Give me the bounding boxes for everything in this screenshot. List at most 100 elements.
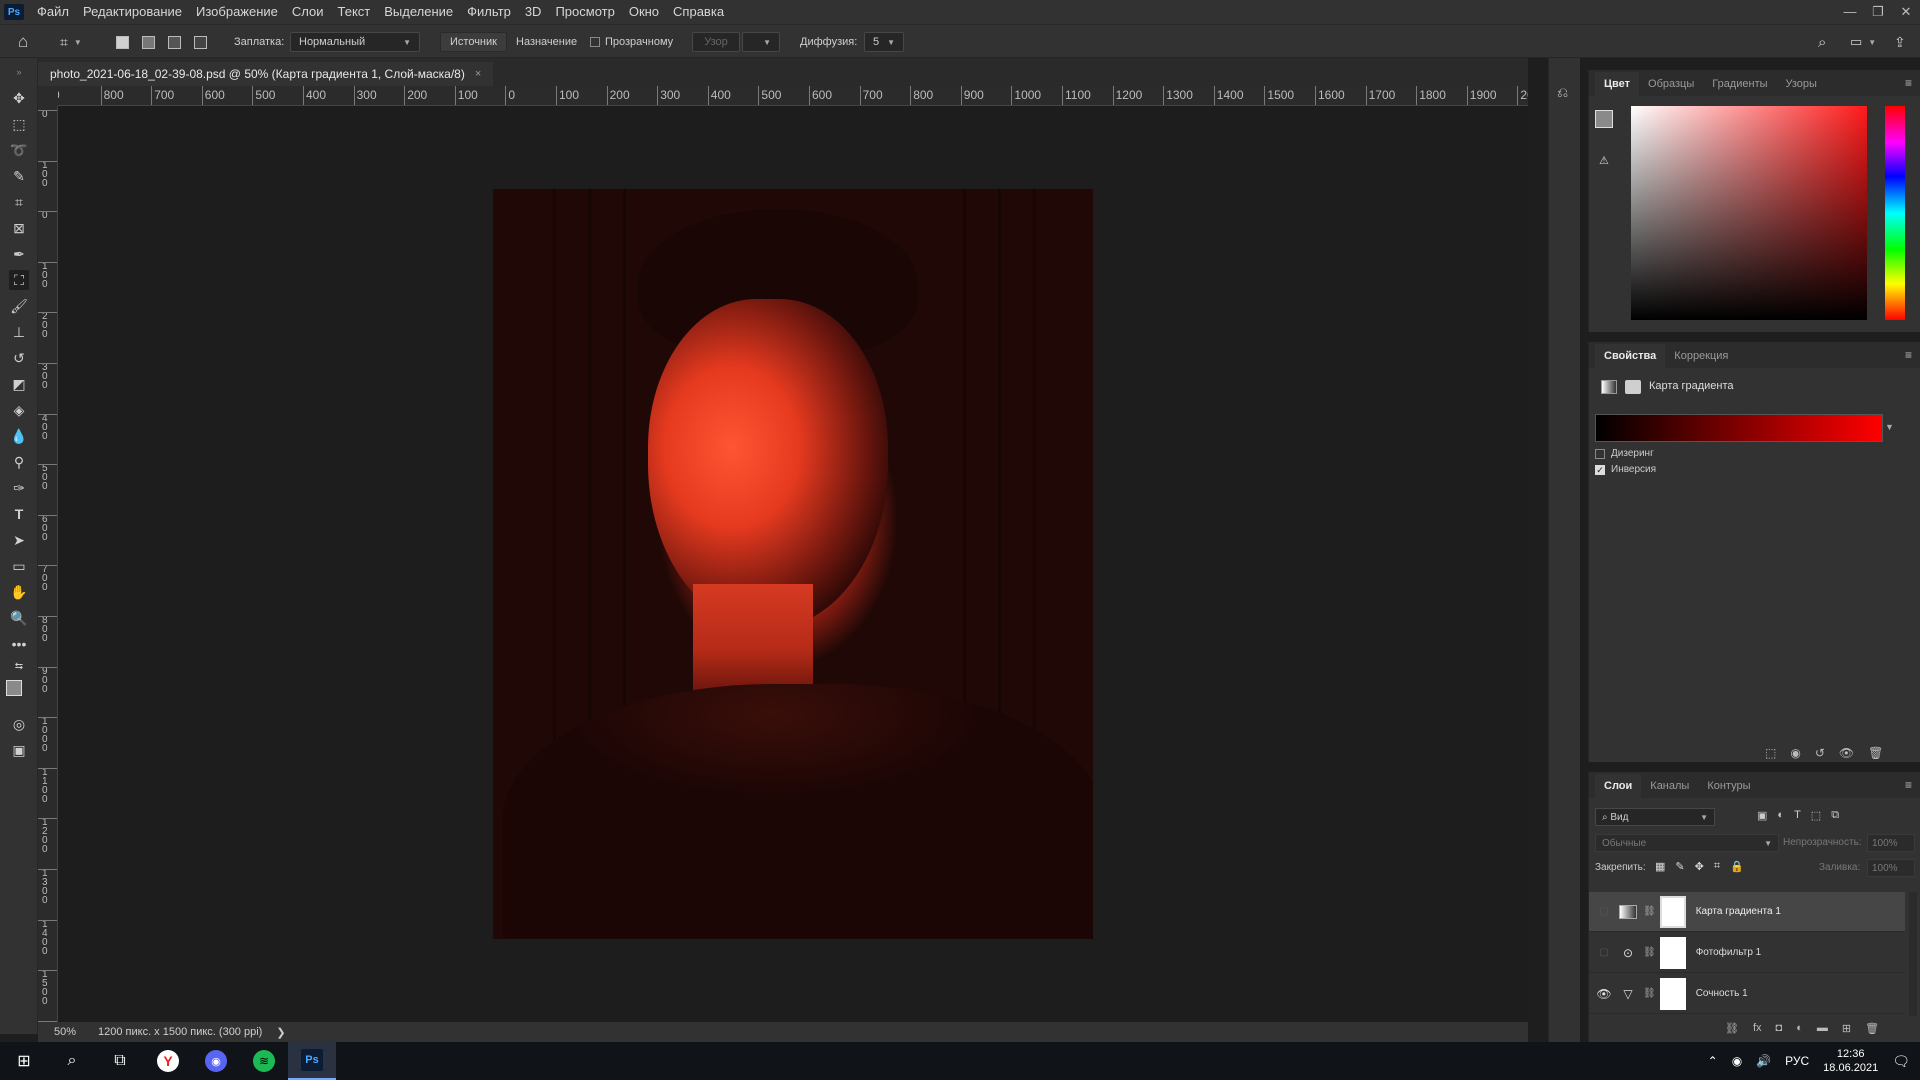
filter-type-icon[interactable]: T (1794, 809, 1801, 822)
reverse-checkbox[interactable]: ✓ (1595, 464, 1605, 475)
eyedropper-tool-icon[interactable]: ✒ (9, 244, 29, 264)
patch-mode-select[interactable]: Нормальный ▼ (290, 32, 420, 52)
foreground-color-swatch[interactable] (6, 680, 22, 696)
layer-mask-thumbnail[interactable] (1659, 895, 1686, 928)
dithering-option[interactable]: Дизеринг (1595, 448, 1654, 459)
lock-pixels-icon[interactable]: ✎ (1675, 860, 1684, 873)
new-group-icon[interactable]: ▬ (1817, 1022, 1828, 1035)
tab-gradients[interactable]: Градиенты (1703, 72, 1776, 96)
zoom-tool-icon[interactable]: 🔍 (9, 608, 29, 628)
screen-mode-icon[interactable]: ▣ (9, 740, 29, 760)
panel-menu-icon[interactable]: ≡ (1905, 348, 1912, 362)
task-view-icon[interactable]: ⧉ (96, 1042, 144, 1080)
source-button[interactable]: Источник (440, 32, 507, 52)
zoom-level[interactable]: 50% (54, 1026, 94, 1038)
workspace-icon[interactable]: ▭ ▼ (1850, 32, 1876, 52)
hand-tool-icon[interactable]: ✋ (9, 582, 29, 602)
menu-file[interactable]: Файл (30, 0, 76, 24)
more-tools-icon[interactable]: ••• (9, 634, 29, 654)
language-indicator[interactable]: РУС (1785, 1054, 1809, 1068)
opacity-input[interactable]: 100% (1867, 834, 1915, 852)
dodge-tool-icon[interactable]: ⚲ (9, 452, 29, 472)
reverse-option[interactable]: ✓ Инверсия (1595, 464, 1656, 475)
path-select-tool-icon[interactable]: ➤ (9, 530, 29, 550)
add-mask-icon[interactable]: ◘ (1776, 1022, 1783, 1035)
photoshop-taskbar-icon[interactable]: Ps (288, 1042, 336, 1080)
blend-mode-select[interactable]: Обычные ▼ (1595, 834, 1779, 852)
delete-icon[interactable]: 🗑 (1868, 746, 1883, 760)
quick-mask-icon[interactable]: ◎ (9, 714, 29, 734)
filter-adjustment-icon[interactable]: ◐ (1777, 809, 1784, 822)
pen-tool-icon[interactable]: ✑ (9, 478, 29, 498)
status-arrow-icon[interactable]: ❯ (276, 1026, 285, 1039)
menu-layers[interactable]: Слои (285, 0, 331, 24)
close-tab-icon[interactable]: × (475, 68, 481, 80)
menu-help[interactable]: Справка (666, 0, 731, 24)
gradient-preview[interactable] (1595, 414, 1883, 442)
discord-tray-icon[interactable]: ◉ (1732, 1054, 1742, 1068)
history-brush-tool-icon[interactable]: ↺ (9, 348, 29, 368)
type-tool-icon[interactable]: T (9, 504, 29, 524)
layer-row[interactable]: ▢ ⛓ Карта градиента 1 (1589, 892, 1905, 932)
chevron-up-icon[interactable]: ⌃ (1708, 1054, 1718, 1068)
move-tool-icon[interactable]: ✥ (9, 88, 29, 108)
collapse-toolbar-icon[interactable]: » (9, 62, 29, 82)
visibility-icon[interactable]: 👁 (1839, 746, 1854, 760)
frame-tool-icon[interactable]: ⊠ (9, 218, 29, 238)
layer-filter-select[interactable]: ⌕ Вид ▼ (1595, 808, 1715, 826)
menu-window[interactable]: Окно (622, 0, 666, 24)
view-previous-icon[interactable]: ◉ (1790, 746, 1800, 760)
menu-filter[interactable]: Фильтр (460, 0, 518, 24)
gradient-map-icon[interactable] (1601, 380, 1617, 394)
layer-mask-thumbnail[interactable] (1659, 936, 1686, 969)
quick-select-tool-icon[interactable]: ✎ (9, 166, 29, 186)
brush-tool-icon[interactable]: 🖌 (9, 296, 29, 316)
subtract-selection-icon[interactable] (168, 32, 181, 52)
spotify-icon[interactable]: ≋ (240, 1042, 288, 1080)
search-icon[interactable]: ⌕ (1818, 32, 1826, 52)
history-panel-icon[interactable]: ⎌ (1557, 84, 1568, 101)
link-icon[interactable]: ⛓ (1643, 947, 1656, 958)
transparent-checkbox[interactable] (590, 37, 600, 47)
rectangle-tool-icon[interactable]: ▭ (9, 556, 29, 576)
notification-icon[interactable]: 🗨 (1892, 1053, 1910, 1070)
gamut-warning-icon[interactable]: ⚠ (1599, 154, 1609, 167)
volume-icon[interactable]: 🔊 (1756, 1054, 1771, 1068)
panel-menu-icon[interactable]: ≡ (1905, 778, 1912, 792)
pattern-picker[interactable]: ▼ (742, 32, 780, 52)
clip-to-layer-icon[interactable]: ⬚ (1765, 746, 1776, 760)
lock-transparent-icon[interactable]: ▦ (1655, 860, 1665, 873)
swap-colors-icon[interactable]: ⇆ (9, 656, 29, 676)
tab-channels[interactable]: Каналы (1641, 774, 1698, 798)
hue-slider[interactable] (1885, 106, 1905, 320)
lock-artboard-icon[interactable]: ⌗ (1714, 860, 1720, 873)
tab-paths[interactable]: Контуры (1698, 774, 1759, 798)
stamp-tool-icon[interactable]: ⊥ (9, 322, 29, 342)
minimize-button[interactable]: — (1836, 4, 1864, 20)
menu-image[interactable]: Изображение (189, 0, 285, 24)
chevron-down-icon[interactable]: ▼ (1885, 422, 1894, 432)
menu-type[interactable]: Текст (331, 0, 378, 24)
transparent-checkbox-wrap[interactable]: Прозрачному (590, 32, 673, 52)
fx-icon[interactable]: fx (1753, 1022, 1762, 1035)
filter-shape-icon[interactable]: ⬚ (1811, 809, 1821, 822)
windows-start-icon[interactable]: ⊞ (0, 1042, 48, 1080)
filter-pixel-icon[interactable]: ▣ (1757, 809, 1767, 822)
reset-icon[interactable]: ↺ (1815, 746, 1825, 760)
layer-mask-thumbnail[interactable] (1659, 977, 1686, 1010)
pattern-button[interactable]: Узор (692, 32, 740, 52)
layer-row[interactable]: ▢ ⊙ ⛓ Фотофильтр 1 (1589, 933, 1905, 973)
crop-tool-icon[interactable]: ⌗ (9, 192, 29, 212)
tab-properties[interactable]: Свойства (1595, 344, 1666, 368)
eraser-tool-icon[interactable]: ◩ (9, 374, 29, 394)
fill-input[interactable]: 100% (1867, 859, 1915, 877)
tab-color[interactable]: Цвет (1595, 72, 1640, 96)
patch-tool-preset-icon[interactable]: ⌗ ▼ (60, 32, 82, 52)
tab-patterns[interactable]: Узоры (1777, 72, 1826, 96)
link-icon[interactable]: ⛓ (1643, 906, 1656, 917)
close-button[interactable]: ✕ (1892, 4, 1920, 20)
color-foreground-swatch[interactable] (1595, 110, 1613, 128)
tab-layers[interactable]: Слои (1595, 774, 1642, 798)
patch-tool-icon[interactable]: ⛶ (9, 270, 29, 290)
layers-scrollbar[interactable] (1909, 892, 1917, 1016)
